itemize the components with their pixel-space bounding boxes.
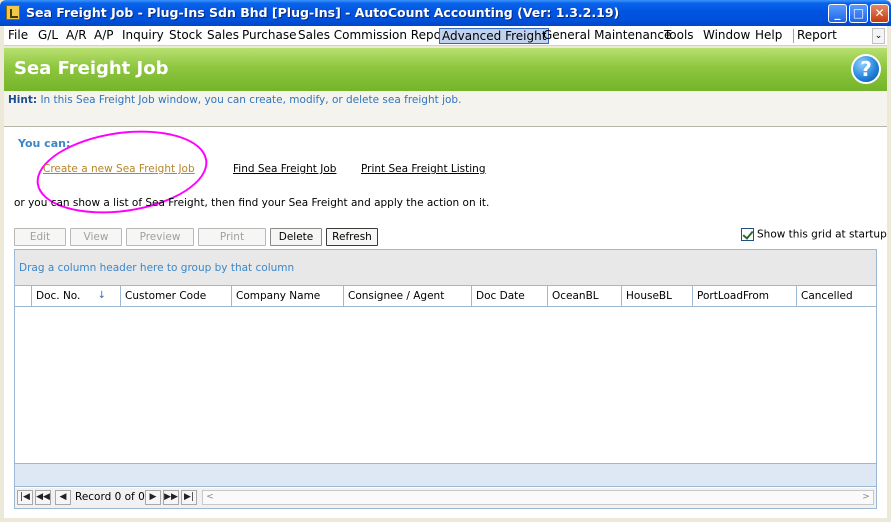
menu-tools[interactable]: Tools (662, 28, 696, 44)
last-record-icon[interactable]: ▶| (181, 490, 197, 505)
record-count: Record 0 of 0 (75, 491, 145, 503)
previous-record-icon[interactable]: ◀ (55, 490, 71, 505)
show-grid-label: Show this grid at startup (757, 228, 887, 241)
menu-ar[interactable]: A/R (64, 28, 89, 44)
column-header-doc-no[interactable]: Doc. No. ↓ (32, 286, 121, 306)
find-sea-freight-job-link[interactable]: Find Sea Freight Job (233, 163, 336, 175)
scroll-left-icon[interactable]: < (203, 491, 217, 504)
previous-page-icon[interactable]: ◀◀ (35, 490, 51, 505)
next-record-icon[interactable]: ▶ (145, 490, 161, 505)
hint-panel: Hint: In this Sea Freight Job window, yo… (4, 91, 887, 127)
menu-window[interactable]: Window (701, 28, 752, 44)
row-indicator-header (15, 286, 32, 306)
app-icon (6, 5, 20, 20)
next-page-icon[interactable]: ▶▶ (163, 490, 179, 505)
sort-descending-icon: ↓ (97, 290, 106, 301)
edit-button[interactable]: Edit (14, 228, 66, 246)
menu-file[interactable]: File (6, 28, 30, 44)
menu-report[interactable]: Report (795, 28, 839, 44)
close-button[interactable]: ✕ (870, 4, 889, 23)
preview-button[interactable]: Preview (126, 228, 194, 246)
hint-body: In this Sea Freight Job window, you can … (40, 94, 462, 106)
page-title: Sea Freight Job (14, 58, 169, 79)
menu-sales-commission-report[interactable]: Sales Commission Report (296, 28, 453, 44)
help-icon[interactable]: ? (851, 54, 881, 84)
maximize-button[interactable]: □ (849, 4, 868, 23)
refresh-button[interactable]: Refresh (326, 228, 378, 246)
minimize-button[interactable]: _ (828, 4, 847, 23)
menu-general-maintenance[interactable]: General Maintenance (541, 28, 673, 44)
window-title: Sea Freight Job - Plug-Ins Sdn Bhd [Plug… (26, 5, 620, 20)
grid-footer (15, 463, 876, 487)
column-header-oceanbl[interactable]: OceanBL (548, 286, 622, 306)
column-header-cancelled[interactable]: Cancelled (797, 286, 876, 306)
group-by-hint: Drag a column header here to group by th… (19, 262, 295, 274)
menu-overflow-chevron-icon[interactable]: ⌄ (872, 28, 885, 44)
show-grid-toggle[interactable]: Show this grid at startup (741, 228, 887, 241)
column-header-doc-date[interactable]: Doc Date (472, 286, 548, 306)
scroll-right-icon[interactable]: > (859, 491, 873, 504)
menu-help[interactable]: Help (753, 28, 784, 44)
column-header-housebl[interactable]: HouseBL (622, 286, 693, 306)
page-header: Sea Freight Job ? (4, 48, 887, 91)
column-header-customer-code[interactable]: Customer Code (121, 286, 232, 306)
menu-sales[interactable]: Sales (205, 28, 241, 44)
hint-label: Hint: (8, 94, 38, 106)
menu-inquiry[interactable]: Inquiry (120, 28, 166, 44)
delete-button[interactable]: Delete (270, 228, 322, 246)
title-bar: Sea Freight Job - Plug-Ins Sdn Bhd [Plug… (0, 0, 891, 26)
print-button[interactable]: Print (198, 228, 266, 246)
menu-stock[interactable]: Stock (167, 28, 204, 44)
menu-bar: File G/L A/R A/P Inquiry Stock Sales Pur… (4, 26, 887, 46)
horizontal-scrollbar[interactable]: < > (202, 490, 874, 505)
column-header-portloadfrom[interactable]: PortLoadFrom (693, 286, 797, 306)
hint-text: Hint: In this Sea Freight Job window, yo… (8, 94, 461, 106)
grid-header-row: Doc. No. ↓ Customer Code Company Name Con… (15, 285, 876, 307)
menu-ap[interactable]: A/P (92, 28, 116, 44)
menu-separator (793, 29, 794, 43)
group-by-panel[interactable]: Drag a column header here to group by th… (15, 250, 876, 285)
menu-advanced-freight[interactable]: Advanced Freight (439, 28, 550, 44)
menu-gl[interactable]: G/L (36, 28, 60, 44)
print-sea-freight-listing-link[interactable]: Print Sea Freight Listing (361, 163, 486, 175)
create-sea-freight-job-link[interactable]: Create a new Sea Freight Job (43, 163, 195, 175)
column-header-company-name[interactable]: Company Name (232, 286, 344, 306)
main-panel: You can: Create a new Sea Freight Job Fi… (4, 120, 887, 518)
view-button[interactable]: View (70, 228, 122, 246)
record-navigator: |◀ ◀◀ ◀ Record 0 of 0 ▶ ▶▶ ▶| < > (15, 488, 876, 508)
column-header-consignee-agent[interactable]: Consignee / Agent (344, 286, 472, 306)
sea-freight-grid: Drag a column header here to group by th… (14, 249, 877, 509)
instruction-text: or you can show a list of Sea Freight, t… (14, 197, 490, 209)
first-record-icon[interactable]: |◀ (17, 490, 33, 505)
grid-body[interactable] (15, 307, 876, 463)
menu-purchase[interactable]: Purchase (240, 28, 299, 44)
show-grid-checkbox[interactable] (741, 228, 754, 241)
column-header-label: Doc. No. (36, 290, 81, 302)
